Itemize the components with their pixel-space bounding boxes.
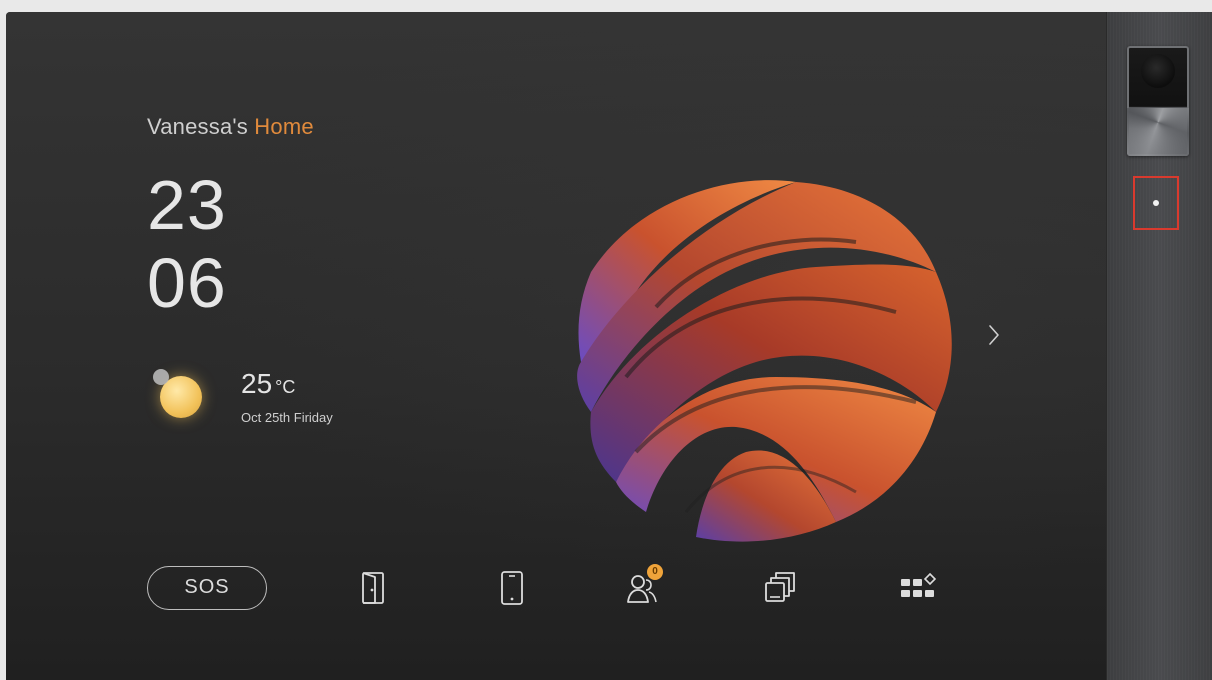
door-button[interactable]: [352, 566, 396, 610]
sensor-dot: [1153, 200, 1159, 206]
camera-icon: [1127, 46, 1189, 156]
home-label-accent: Home: [254, 114, 314, 139]
device-side-panel: [1106, 12, 1212, 680]
records-button[interactable]: [758, 566, 802, 610]
sensor-highlight: [1133, 176, 1179, 230]
home-title: Vanessa's Home: [147, 114, 314, 140]
door-icon: [362, 572, 384, 604]
home-owner-label: Vanessa's: [147, 114, 255, 139]
clock-minutes: 06: [147, 244, 227, 322]
date-label: Oct 25th Firiday: [241, 410, 333, 425]
temperature-unit: °C: [275, 377, 296, 397]
phone-icon: [501, 571, 523, 605]
dock: SOS 0: [6, 552, 1106, 622]
chevron-right-icon[interactable]: [982, 322, 1006, 348]
contacts-badge: 0: [647, 564, 663, 580]
contacts-button[interactable]: 0: [620, 564, 664, 610]
sun-cloud-icon: [148, 368, 206, 426]
home-screen: Vanessa's Home 23 06 25 °C Oct 25th Firid…: [6, 12, 1106, 680]
wallpaper-art: [577, 180, 952, 542]
mobile-button[interactable]: [490, 566, 534, 610]
apps-button[interactable]: [896, 566, 940, 610]
intercom-device: Vanessa's Home 23 06 25 °C Oct 25th Firid…: [6, 12, 1212, 680]
sos-button[interactable]: SOS: [147, 566, 267, 610]
clock: 23 06: [147, 166, 227, 322]
gallery-icon: [765, 572, 795, 602]
clock-hours: 23: [147, 166, 227, 244]
temperature-value: 25: [241, 368, 273, 399]
apps-grid-icon: [901, 572, 937, 597]
temperature: 25 °C: [241, 368, 295, 400]
